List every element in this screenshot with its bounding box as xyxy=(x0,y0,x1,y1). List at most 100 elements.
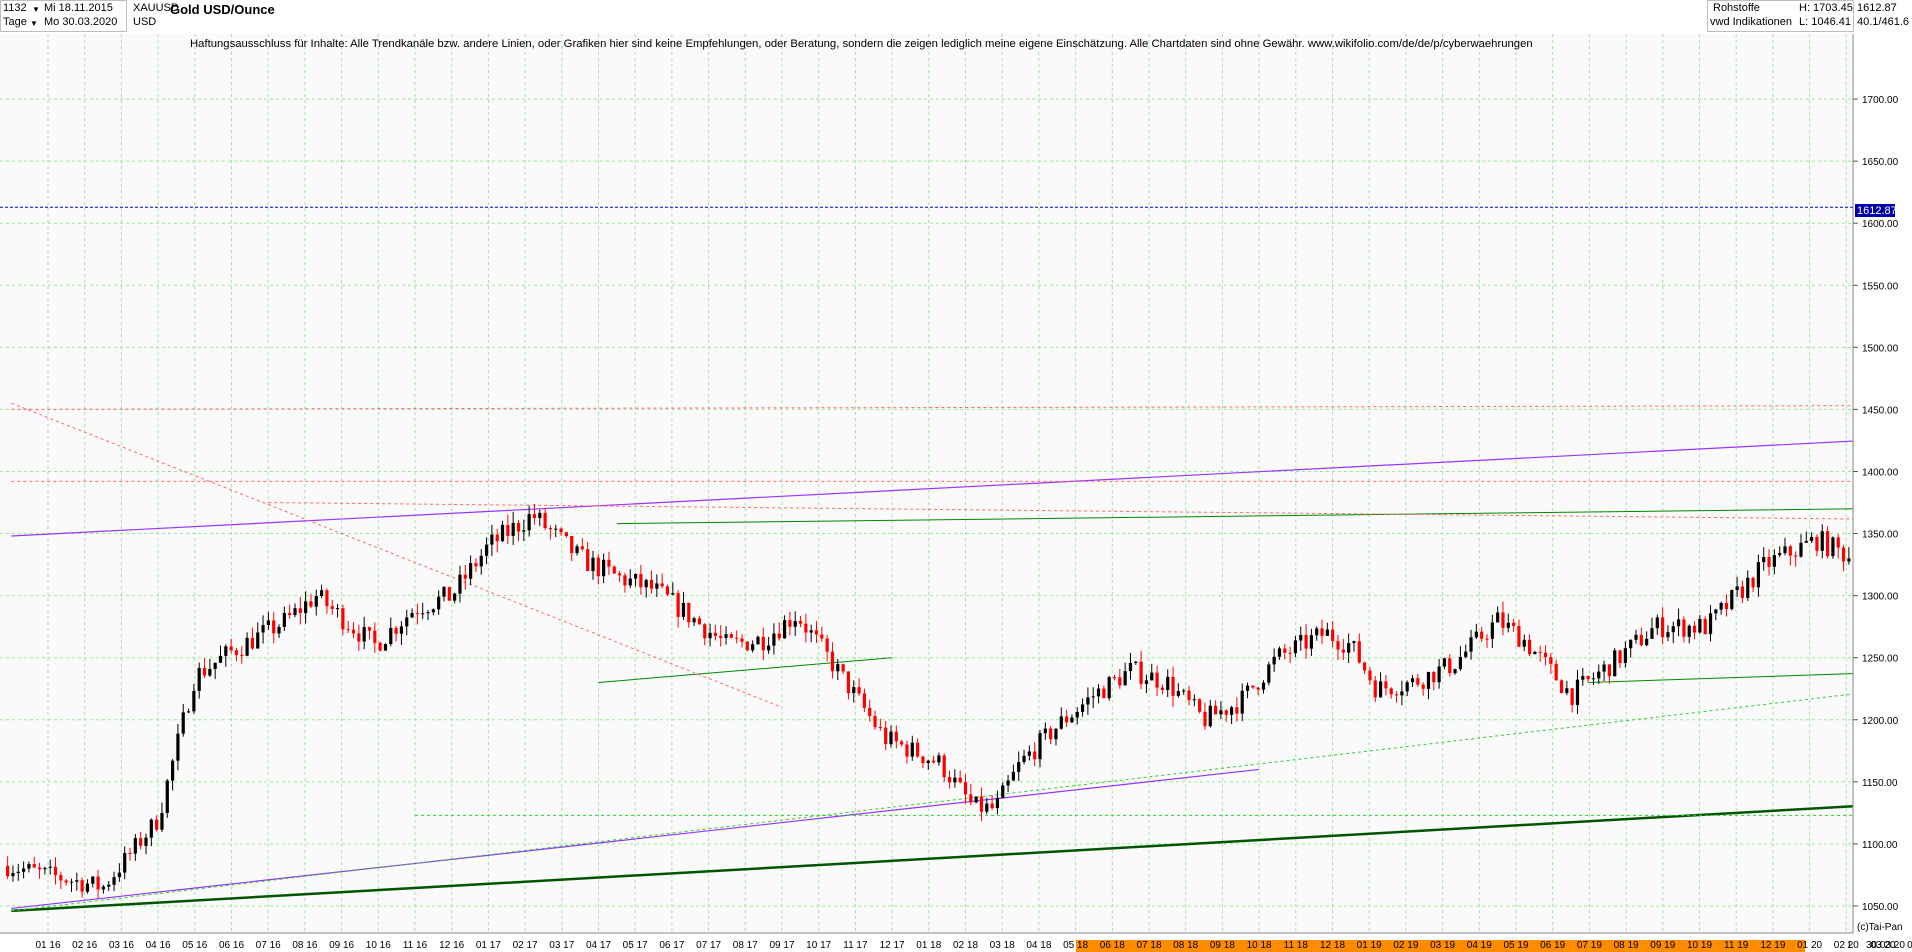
x-tick-label: 10 16 xyxy=(366,940,391,951)
candle-body xyxy=(1192,699,1196,701)
candle-body xyxy=(1155,672,1159,688)
candle-body xyxy=(1778,553,1782,556)
candle-body xyxy=(442,586,446,597)
candle-body xyxy=(48,866,52,868)
candle-body xyxy=(618,573,622,576)
candle-body xyxy=(378,642,382,651)
candle-body xyxy=(202,667,207,676)
candle-body xyxy=(309,601,313,607)
x-tick-label: 04 20 xyxy=(1907,940,1912,951)
candle-body xyxy=(277,626,281,634)
candle-body xyxy=(181,712,185,734)
candle-body xyxy=(1841,547,1846,562)
candle-body xyxy=(1070,717,1074,723)
candle-body xyxy=(27,864,31,869)
candle-body xyxy=(1815,536,1819,551)
candle-body xyxy=(160,813,164,830)
candle-body xyxy=(1554,663,1558,681)
candle-body xyxy=(969,794,973,803)
candle-body xyxy=(101,886,106,890)
candle-body xyxy=(1506,622,1510,628)
candle-body xyxy=(431,609,435,613)
candle-body xyxy=(389,628,393,645)
x-tick-label: 07 18 xyxy=(1136,940,1161,951)
candle-body xyxy=(543,512,547,529)
candle-body xyxy=(1347,643,1351,653)
x-tick-label: 11 19 xyxy=(1724,940,1749,951)
candle-body xyxy=(1309,635,1313,649)
x-tick-label: 07 19 xyxy=(1577,940,1602,951)
candle-body xyxy=(1331,629,1335,642)
x-axis-ticks: 01 16 02 16 03 16 04 16 05 16 06 16 07 16 08 16… xyxy=(35,940,1912,951)
candle-body xyxy=(410,613,414,618)
candle-body xyxy=(304,601,308,614)
candle-body xyxy=(1629,639,1633,649)
candle-body xyxy=(1261,682,1266,690)
candle-body xyxy=(937,755,941,763)
candle-body xyxy=(623,575,627,586)
candle-body xyxy=(1426,672,1431,689)
candle-body xyxy=(32,864,36,868)
candle-body xyxy=(889,731,893,745)
y-tick-label: 1400.00 xyxy=(1862,467,1899,478)
candle-body xyxy=(1517,625,1521,647)
candle-body xyxy=(910,742,914,757)
candle-body xyxy=(1740,586,1745,598)
candle-body xyxy=(873,716,877,727)
candle-body xyxy=(229,646,233,651)
candle-body xyxy=(1112,677,1117,679)
x-tick-label: 10 19 xyxy=(1687,940,1712,951)
candle-body xyxy=(1655,617,1659,629)
candle-body xyxy=(1735,586,1739,590)
candle-body xyxy=(633,574,638,579)
candle-body xyxy=(1049,728,1053,740)
candle-body xyxy=(192,690,196,712)
candle-body xyxy=(197,667,201,691)
period-dropdown-icon[interactable]: ▼ xyxy=(30,17,38,30)
candle-body xyxy=(1251,685,1255,688)
candle-body xyxy=(1203,711,1207,727)
period-selector[interactable]: Tage xyxy=(3,16,27,29)
candle-body xyxy=(213,662,217,669)
candle-body xyxy=(612,566,616,574)
candle-body xyxy=(756,636,760,645)
x-tick-label: 06 18 xyxy=(1100,940,1125,951)
candle-body xyxy=(1820,531,1824,551)
x-tick-label: 01 20 xyxy=(1797,940,1822,951)
candle-body xyxy=(474,563,478,567)
candle-body xyxy=(580,546,584,550)
candle-body xyxy=(1410,678,1415,683)
candle-body xyxy=(11,873,15,877)
candle-body xyxy=(1692,625,1697,633)
bar-count-dropdown-icon[interactable]: ▼ xyxy=(32,3,40,16)
x-tick-label: 05 17 xyxy=(623,940,648,951)
candle-body xyxy=(240,654,244,656)
x-tick-label: 04 17 xyxy=(586,940,611,951)
candle-body xyxy=(330,606,334,609)
candle-body xyxy=(1756,562,1761,588)
plot-area[interactable] xyxy=(0,34,1853,933)
x-tick-label: 02 16 xyxy=(72,940,97,951)
candle-body xyxy=(740,638,744,642)
candle-body xyxy=(1496,612,1500,623)
candle-body xyxy=(596,557,600,577)
candle-body xyxy=(1065,716,1069,723)
candle-body xyxy=(1591,678,1596,680)
candle-body xyxy=(1746,577,1750,598)
candle-body xyxy=(1703,618,1707,635)
candle-body xyxy=(538,512,542,519)
candle-body xyxy=(447,586,451,601)
candle-body xyxy=(256,632,260,649)
candle-body xyxy=(1198,699,1202,712)
candle-body xyxy=(405,617,409,627)
x-tick-label: 06 19 xyxy=(1540,940,1565,951)
candle-body xyxy=(64,880,68,883)
candle-body xyxy=(367,627,372,631)
candle-body xyxy=(1437,666,1441,683)
candle-body xyxy=(362,627,366,642)
candle-body xyxy=(325,590,329,607)
candle-body xyxy=(314,595,318,607)
candle-body xyxy=(1613,650,1617,677)
candle-body xyxy=(186,711,191,713)
candle-body xyxy=(1442,658,1447,667)
